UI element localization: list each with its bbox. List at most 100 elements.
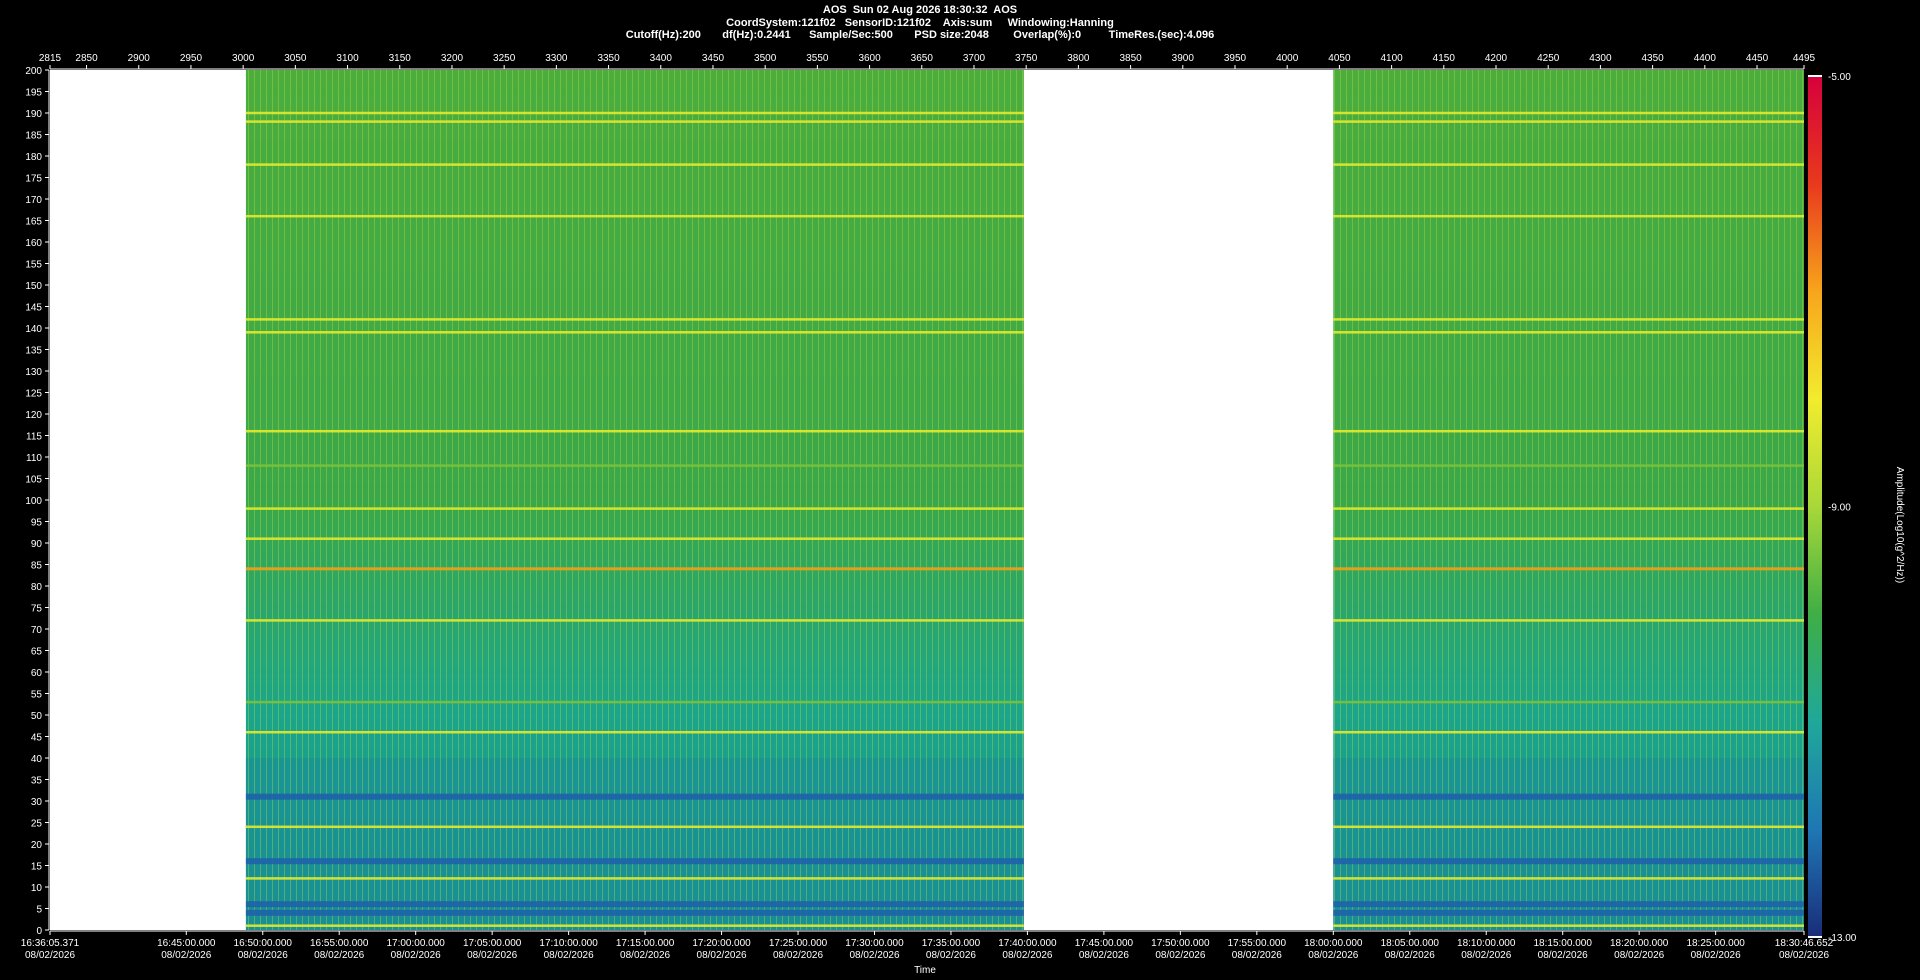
top-tick-label: 4250 [1537,53,1560,64]
top-tick-label: 3800 [1067,53,1090,64]
top-tick-label: 3850 [1119,53,1142,64]
spectrogram-segment [245,70,1024,930]
top-tick-label: 3450 [702,53,725,64]
y-tick-label: 110 [26,453,42,464]
y-tick-label: 95 [31,518,43,529]
spectral-band [245,567,1024,571]
spectral-band [1333,877,1804,880]
spectral-band [1333,111,1804,115]
x-tick-date: 08/02/2026 [544,950,594,961]
y-tick-label: 55 [31,690,43,701]
colorbar-gradient [1808,76,1822,937]
x-tick-date: 08/02/2026 [1232,950,1282,961]
y-tick-label: 170 [25,195,42,206]
y-tick-label: 140 [25,324,42,335]
spectral-band [1333,793,1804,800]
spectrogram-chart: 2815 2850 2900 2950 3000 3050 3100 3150 3200 3250… [21,53,1905,976]
x-tick-date: 08/02/2026 [1002,950,1052,961]
x-tick-date: 08/02/2026 [620,950,670,961]
x-tick-time: 18:05:00.000 [1381,938,1440,949]
y-tick-label: 90 [31,539,43,550]
spectral-band [245,331,1024,334]
frequency-axis: 0 5 10 15 20 25 30 35 40 45 50 55 60 65 70 75 80 85 90 95 10… [25,66,50,937]
x-tick-date: 08/02/2026 [467,950,517,961]
y-tick-label: 10 [31,883,43,894]
spectral-band [1333,331,1804,334]
spectral-band [1333,318,1804,321]
y-tick-label: 145 [25,303,42,314]
y-tick-label: 115 [26,432,42,443]
top-tick-label: 3300 [545,53,568,64]
y-tick-label: 180 [25,152,42,163]
top-tick-label: 3600 [858,53,881,64]
top-tick-label: 4350 [1641,53,1664,64]
y-tick-label: 200 [25,66,42,77]
spectral-band [1333,120,1804,123]
y-tick-label: 20 [31,840,43,851]
spectral-band [245,730,1024,734]
x-tick-time: 18:10:00.000 [1457,938,1516,949]
y-tick-label: 15 [31,862,43,873]
top-tick-label: 3750 [1015,53,1038,64]
top-tick-label: 3100 [336,53,359,64]
x-tick-date: 08/02/2026 [926,950,976,961]
y-tick-label: 150 [25,281,42,292]
x-tick-date: 08/02/2026 [1308,950,1358,961]
time-axis: 16:36:05.37108/02/202616:45:00.00008/02/… [21,930,1834,961]
spectral-band [245,619,1024,622]
spectral-band [245,464,1024,467]
spectral-band [245,909,1024,916]
y-tick-label: 25 [31,819,43,830]
y-tick-label: 175 [25,174,42,185]
plot-area [50,70,1804,930]
x-tick-time: 16:55:00.000 [310,938,369,949]
x-tick-date: 08/02/2026 [773,950,823,961]
top-tick-label: 2900 [128,53,151,64]
top-tick-label: 3500 [754,53,777,64]
y-tick-label: 45 [31,733,43,744]
x-tick-time: 17:20:00.000 [692,938,751,949]
spectral-band [245,858,1024,865]
top-tick-label: 3150 [389,53,412,64]
y-tick-label: 160 [25,238,42,249]
colorbar-label: Amplitude(Log10(g^2/Hz)) [1894,467,1905,583]
spectral-band [245,163,1024,166]
x-tick-time: 17:15:00.000 [616,938,675,949]
y-tick-label: 185 [25,131,42,142]
x-tick-date: 08/02/2026 [238,950,288,961]
spectral-band [1333,700,1804,704]
top-tick-label: 3350 [597,53,620,64]
x-tick-time: 18:15:00.000 [1534,938,1593,949]
spectral-band [1333,619,1804,622]
x-tick-date: 08/02/2026 [1614,950,1664,961]
spectral-band [245,793,1024,800]
spectral-band [245,214,1024,218]
y-tick-label: 120 [25,410,42,421]
y-tick-label: 50 [31,711,43,722]
y-tick-label: 190 [25,109,42,120]
top-tick-label: 4400 [1694,53,1717,64]
spectral-band [245,507,1024,510]
y-tick-label: 40 [31,754,43,765]
top-tick-label: 4000 [1276,53,1299,64]
y-tick-label: 70 [31,625,43,636]
spectral-band [1333,924,1804,927]
y-tick-label: 100 [25,496,42,507]
x-tick-date: 08/02/2026 [1385,950,1435,961]
y-tick-label: 165 [25,217,42,228]
x-tick-date: 08/02/2026 [1691,950,1741,961]
y-tick-label: 80 [31,582,43,593]
top-tick-label: 4050 [1328,53,1351,64]
y-tick-label: 5 [36,905,42,916]
x-tick-date: 08/02/2026 [391,950,441,961]
y-tick-label: 155 [25,260,42,271]
spectral-band [245,120,1024,123]
y-tick-label: 75 [31,604,43,615]
y-tick-label: 30 [31,797,43,808]
spectral-band [245,318,1024,321]
x-tick-date: 08/02/2026 [1538,950,1588,961]
x-tick-time: 16:36:05.371 [21,938,80,949]
x-tick-time: 18:30:46.652 [1775,938,1834,949]
x-tick-time: 18:20:00.000 [1610,938,1669,949]
spectral-band [1333,507,1804,510]
